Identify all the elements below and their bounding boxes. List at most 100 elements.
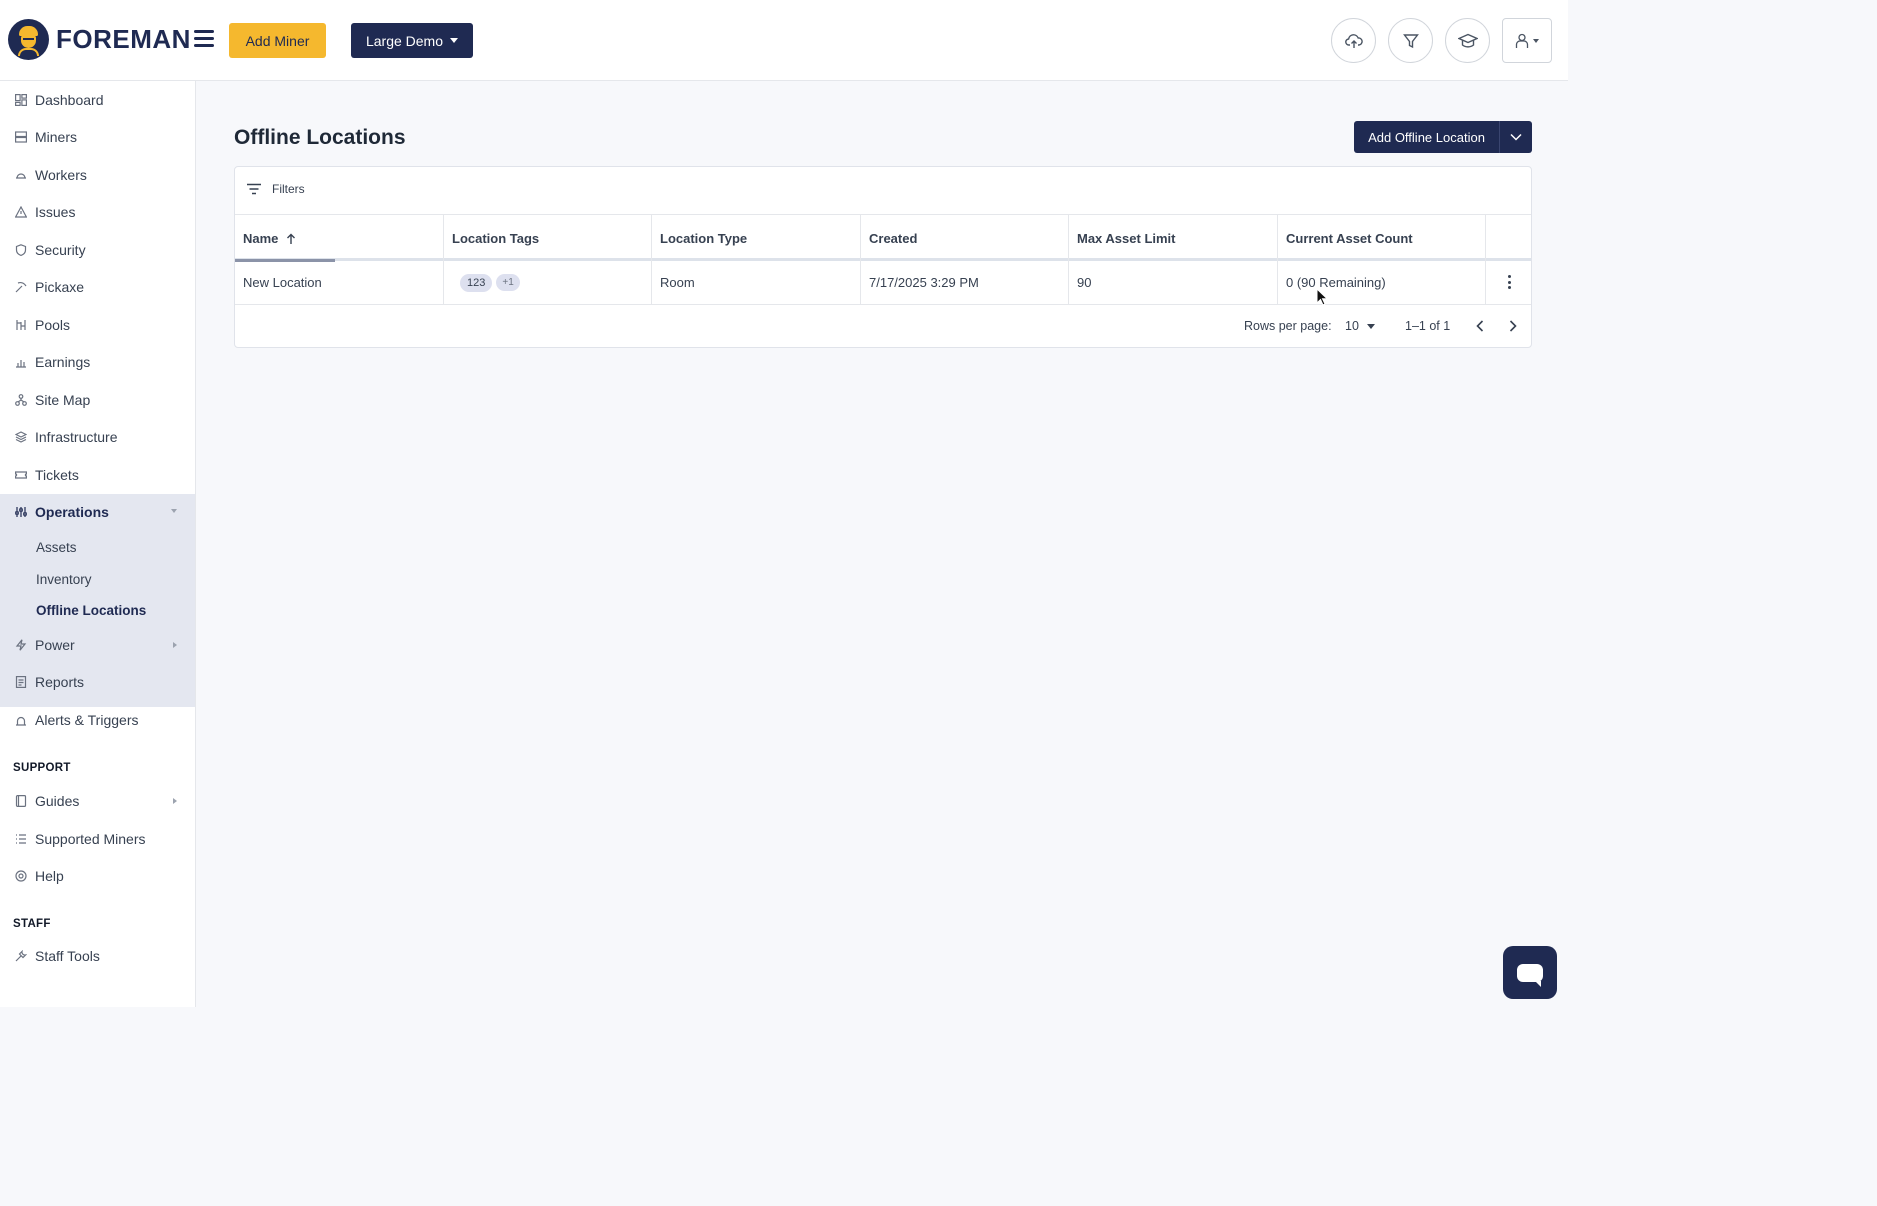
more-tags-chip[interactable]: +1	[496, 274, 520, 291]
caret-down-icon	[1533, 38, 1539, 43]
user-icon	[1515, 33, 1529, 48]
previous-page-icon[interactable]	[1471, 317, 1489, 335]
sidebar-item-power[interactable]: Power	[0, 627, 195, 663]
cell-name: New Location	[235, 261, 444, 304]
table-header: Name Location Tags Location Type Created…	[235, 214, 1531, 262]
brand-name: FOREMAN	[56, 24, 191, 54]
warning-icon	[14, 205, 28, 219]
sidebar-item-label: Reports	[35, 674, 85, 690]
chevron-right-icon	[173, 642, 177, 648]
org-selector-button[interactable]: Large Demo	[351, 23, 473, 58]
sidebar-subitem-inventory[interactable]: Inventory	[36, 572, 92, 587]
sidebar-item-supported-miners[interactable]: Supported Miners	[0, 821, 195, 857]
sidebar-item-dashboard[interactable]: Dashboard	[0, 82, 195, 118]
alarm-icon	[14, 713, 28, 727]
rows-per-page-value: 10	[1345, 319, 1359, 333]
chevron-down-icon[interactable]	[1500, 121, 1532, 153]
sidebar-item-security[interactable]: Security	[0, 232, 195, 268]
sidebar-item-infrastructure[interactable]: Infrastructure	[0, 419, 195, 455]
rows-per-page-label: Rows per page:	[1244, 319, 1332, 333]
pickaxe-icon	[14, 280, 28, 294]
filters-button[interactable]: Filters	[246, 182, 305, 196]
sidebar-item-reports[interactable]: Reports	[0, 664, 195, 700]
mouse-cursor-icon	[1316, 288, 1328, 306]
sidebar-item-label: Staff Tools	[35, 948, 100, 964]
column-header-label: Location Type	[660, 231, 748, 246]
column-header-label: Created	[869, 231, 918, 246]
book-icon	[14, 794, 28, 808]
sidebar-item-miners[interactable]: Miners	[0, 119, 195, 155]
sidebar-item-label: Help	[35, 868, 64, 884]
filters-label: Filters	[272, 182, 305, 196]
sidebar-item-label: Security	[35, 242, 86, 258]
column-header-location-tags[interactable]: Location Tags	[444, 215, 652, 262]
hamburger-menu-icon[interactable]	[194, 30, 214, 47]
sort-ascending-icon[interactable]	[286, 233, 296, 245]
server-icon	[14, 130, 28, 144]
add-offline-location-button[interactable]: Add Offline Location	[1354, 121, 1532, 153]
helmet-icon	[14, 168, 28, 182]
brand-logo[interactable]: FOREMAN	[8, 19, 191, 60]
sidebar-item-label: Miners	[35, 129, 78, 145]
sidebar-item-staff-tools[interactable]: Staff Tools	[0, 938, 195, 974]
sidebar-item-guides[interactable]: Guides	[0, 783, 195, 819]
cell-location-tags: 123 +1	[444, 261, 652, 304]
column-header-label: Name	[243, 231, 279, 246]
sidebar-item-workers[interactable]: Workers	[0, 157, 195, 193]
rows-per-page-select[interactable]: 10	[1345, 319, 1375, 333]
cell-location-type: Room	[652, 261, 861, 304]
filter-icon[interactable]	[1388, 18, 1433, 63]
sidebar-item-earnings[interactable]: Earnings	[0, 344, 195, 380]
sidebar-item-operations[interactable]: Operations	[0, 494, 195, 530]
sidebar-item-site-map[interactable]: Site Map	[0, 382, 195, 418]
column-header-location-type[interactable]: Location Type	[652, 215, 861, 262]
sidebar-item-label: Guides	[35, 793, 80, 809]
column-header-created[interactable]: Created	[861, 215, 1069, 262]
table-row[interactable]: New Location 123 +1 Room 7/17/2025 3:29 …	[235, 261, 1531, 305]
add-miner-button[interactable]: Add Miner	[229, 23, 326, 58]
sidebar-item-label: Operations	[35, 504, 109, 520]
caret-down-icon	[1366, 323, 1375, 329]
sidebar-item-alerts-triggers[interactable]: Alerts & Triggers	[0, 702, 195, 738]
user-menu-button[interactable]	[1502, 18, 1552, 63]
tag-chip[interactable]: 123	[460, 273, 493, 292]
next-page-icon[interactable]	[1504, 317, 1522, 335]
chevron-down-icon	[171, 509, 177, 513]
sidebar-subitem-assets[interactable]: Assets	[36, 540, 77, 555]
caret-down-icon	[450, 38, 459, 43]
support-section-label: SUPPORT	[13, 762, 71, 774]
sidebar-item-label: Workers	[35, 167, 87, 183]
sidebar-item-label: Supported Miners	[35, 831, 146, 847]
chat-support-button[interactable]	[1503, 946, 1557, 999]
column-header-current-asset-count[interactable]: Current Asset Count	[1278, 215, 1486, 262]
row-actions-kebab-icon[interactable]	[1507, 275, 1511, 289]
offline-locations-table: Filters Name Location Tags Location Type…	[234, 166, 1532, 348]
sidebar-item-pools[interactable]: Pools	[0, 307, 195, 343]
filter-list-icon	[247, 183, 261, 195]
staff-section-label: STAFF	[13, 918, 51, 930]
column-header-name[interactable]: Name	[235, 215, 444, 262]
column-header-max-asset-limit[interactable]: Max Asset Limit	[1069, 215, 1278, 262]
sidebar: Dashboard Miners Workers Issues Security…	[0, 81, 196, 1007]
dashboard-icon	[14, 93, 28, 107]
bolt-icon	[14, 638, 28, 652]
sidebar-subitem-offline-locations[interactable]: Offline Locations	[36, 603, 146, 618]
sidebar-item-pickaxe[interactable]: Pickaxe	[0, 269, 195, 305]
shield-icon	[14, 243, 28, 257]
upload-cloud-icon[interactable]	[1331, 18, 1376, 63]
chat-bubble-icon	[1517, 963, 1543, 987]
sidebar-item-label: Alerts & Triggers	[35, 712, 139, 728]
sidebar-item-help[interactable]: Help	[0, 858, 195, 894]
column-header-label: Current Asset Count	[1286, 231, 1413, 246]
sidebar-item-label: Dashboard	[35, 92, 104, 108]
foreman-logo-icon	[8, 19, 49, 60]
sidebar-item-label: Infrastructure	[35, 429, 118, 445]
org-selector-label: Large Demo	[365, 32, 444, 49]
lifebuoy-icon	[14, 869, 28, 883]
sidebar-item-issues[interactable]: Issues	[0, 194, 195, 230]
sidebar-item-tickets[interactable]: Tickets	[0, 457, 195, 493]
page-title: Offline Locations	[234, 126, 406, 149]
graduation-cap-icon[interactable]	[1445, 18, 1490, 63]
cell-max-asset-limit: 90	[1069, 261, 1278, 304]
sidebar-item-label: Pickaxe	[35, 279, 85, 295]
